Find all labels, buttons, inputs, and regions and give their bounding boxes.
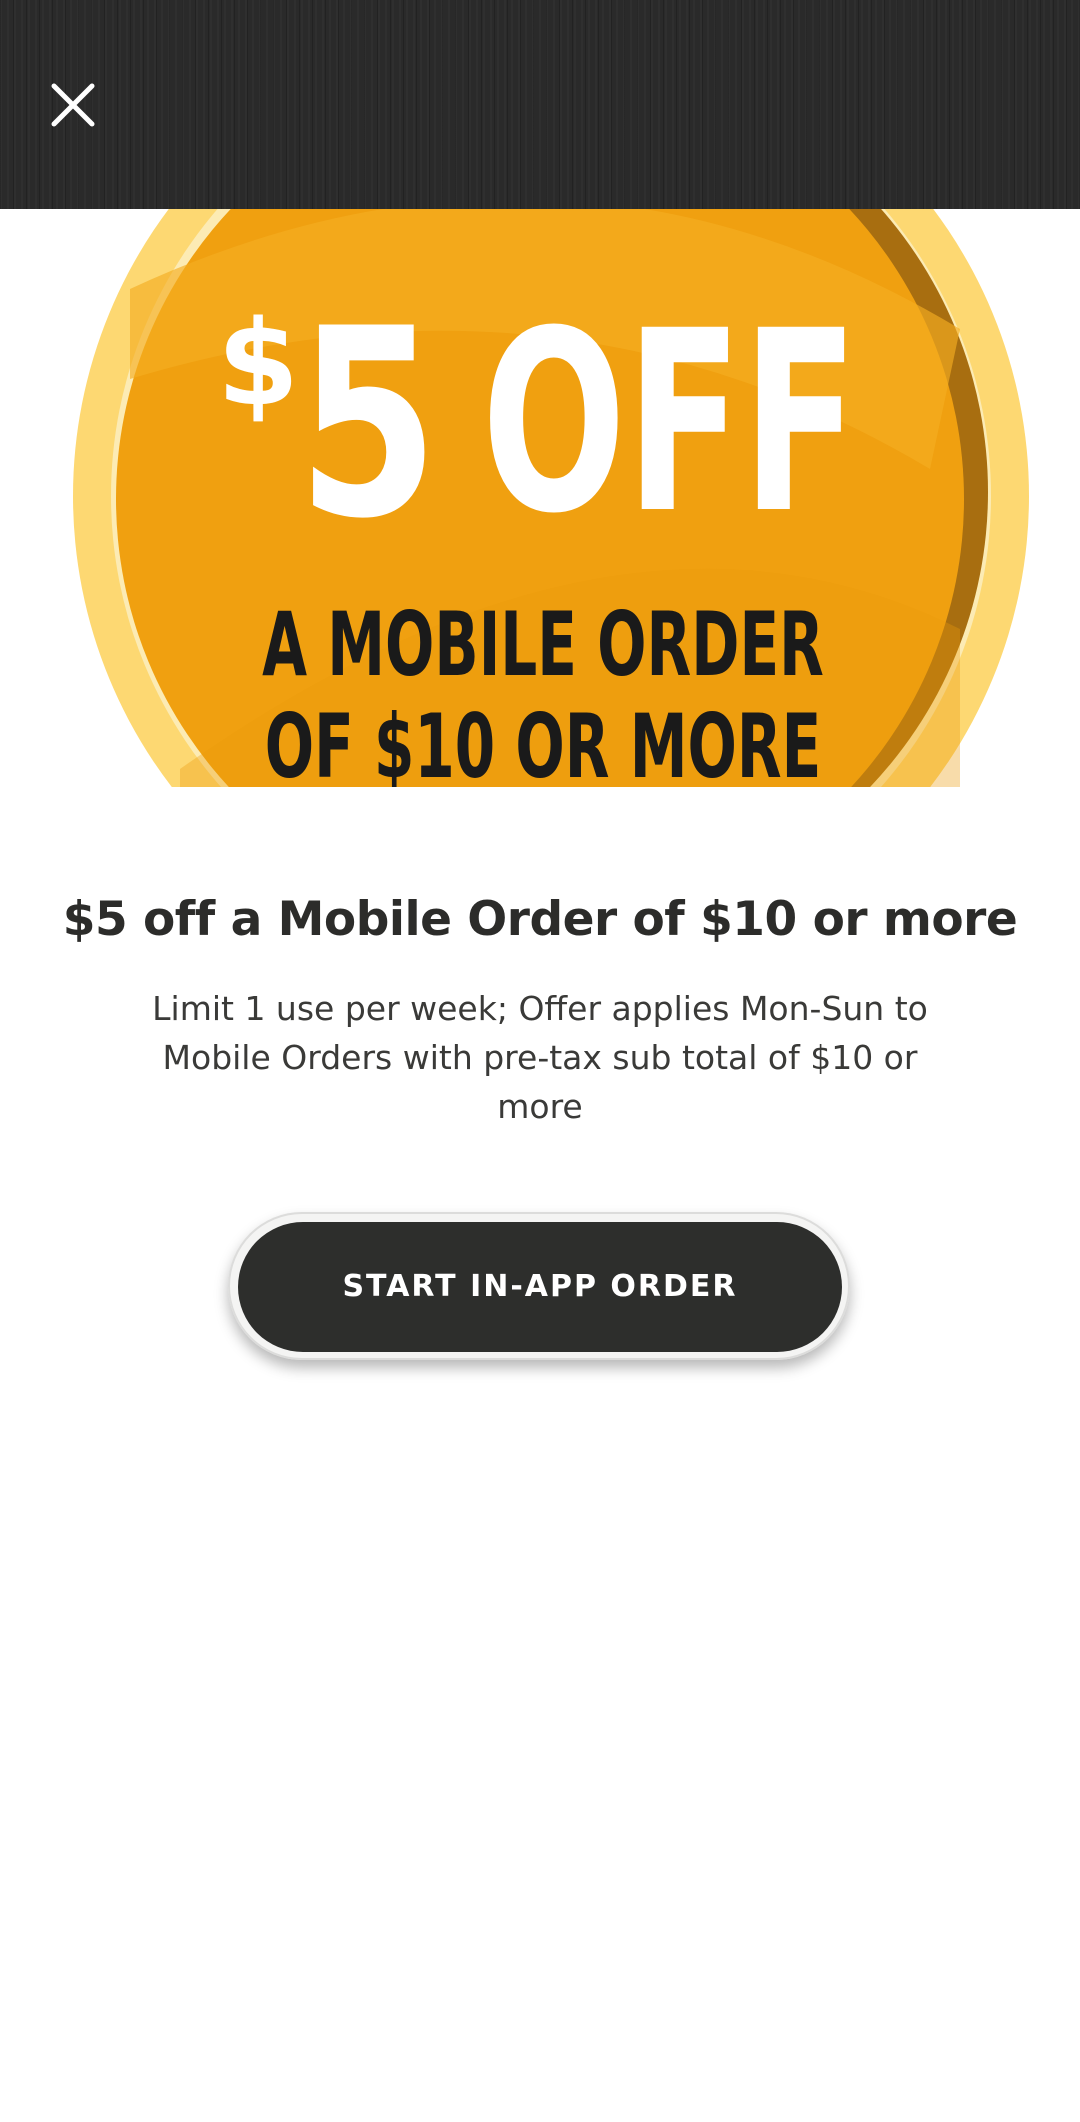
badge-line-1: A MOBILE ORDER: [262, 594, 824, 697]
badge-amount: 5: [297, 273, 438, 575]
badge-currency-symbol: $: [217, 294, 299, 432]
header-bar: [0, 0, 1080, 209]
close-button[interactable]: [42, 74, 104, 136]
coupon-badge-graphic: $ 5 OFF A MOBILE ORDER OF $10 OR MORE: [73, 209, 1029, 787]
offer-description: Limit 1 use per week; Offer applies Mon-…: [152, 989, 928, 1126]
badge-line-2: OF $10 OR MORE: [265, 696, 822, 787]
offer-title: $5 off a Mobile Order of $10 or more: [62, 892, 1018, 947]
badge-off-text: OFF: [482, 279, 859, 569]
start-in-app-order-button[interactable]: START IN-APP ORDER: [238, 1222, 842, 1352]
offer-detail-screen: $ 5 OFF A MOBILE ORDER OF $10 OR MORE $5…: [0, 0, 1080, 2122]
offer-banner-image: $ 5 OFF A MOBILE ORDER OF $10 OR MORE: [0, 209, 1080, 787]
close-icon: [51, 83, 95, 127]
